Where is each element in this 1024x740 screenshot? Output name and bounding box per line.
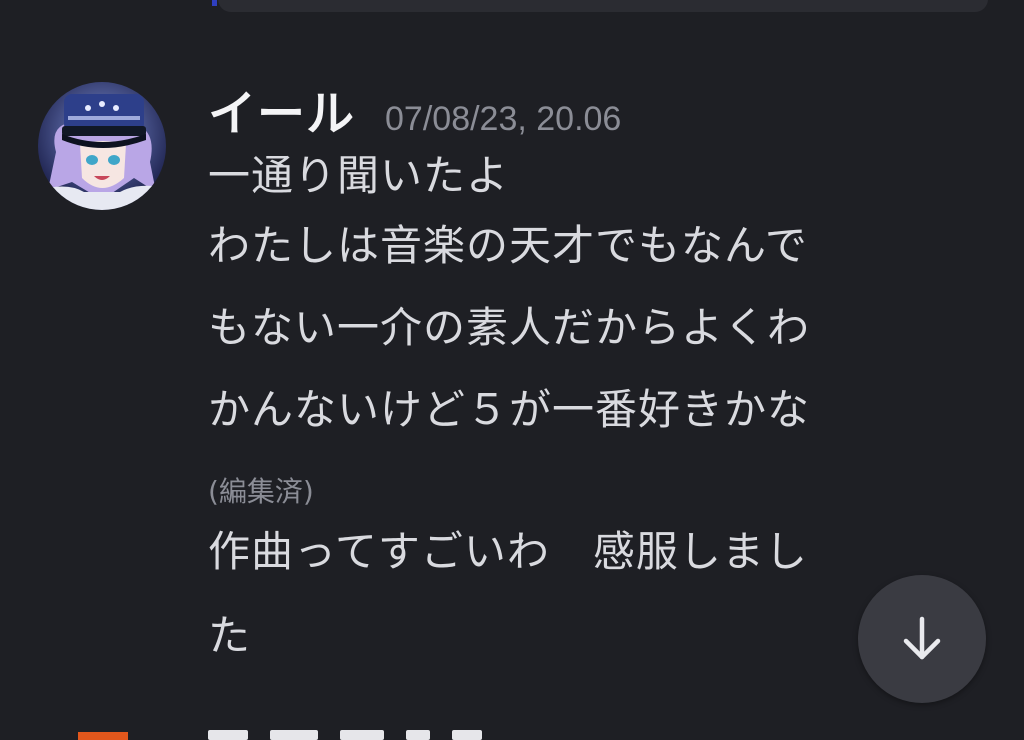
arrow-down-icon <box>903 616 941 660</box>
next-message-header <box>208 730 528 740</box>
message-line: わたしは音楽の天才でもなんで <box>208 221 808 270</box>
user-avatar[interactable] <box>38 82 166 210</box>
avatar-image <box>38 82 166 210</box>
message-line: た <box>208 611 252 660</box>
message-line: もない一介の素人だからよくわ <box>208 303 811 352</box>
message-line: 一通り聞いたよ <box>208 151 510 200</box>
message-line: 作曲ってすごいわ 感服しまし <box>208 527 808 576</box>
message-timestamp: 07/08/23, 20.06 <box>385 100 622 138</box>
message-line: かんないけど５が一番好きかな <box>208 385 811 434</box>
message-header: イール 07/08/23, 20.06 <box>208 74 621 144</box>
next-message-avatar[interactable] <box>78 732 128 740</box>
edited-label: (編集済) <box>208 475 314 508</box>
username[interactable]: イール <box>208 74 355 144</box>
scroll-to-bottom-button[interactable] <box>858 575 986 703</box>
